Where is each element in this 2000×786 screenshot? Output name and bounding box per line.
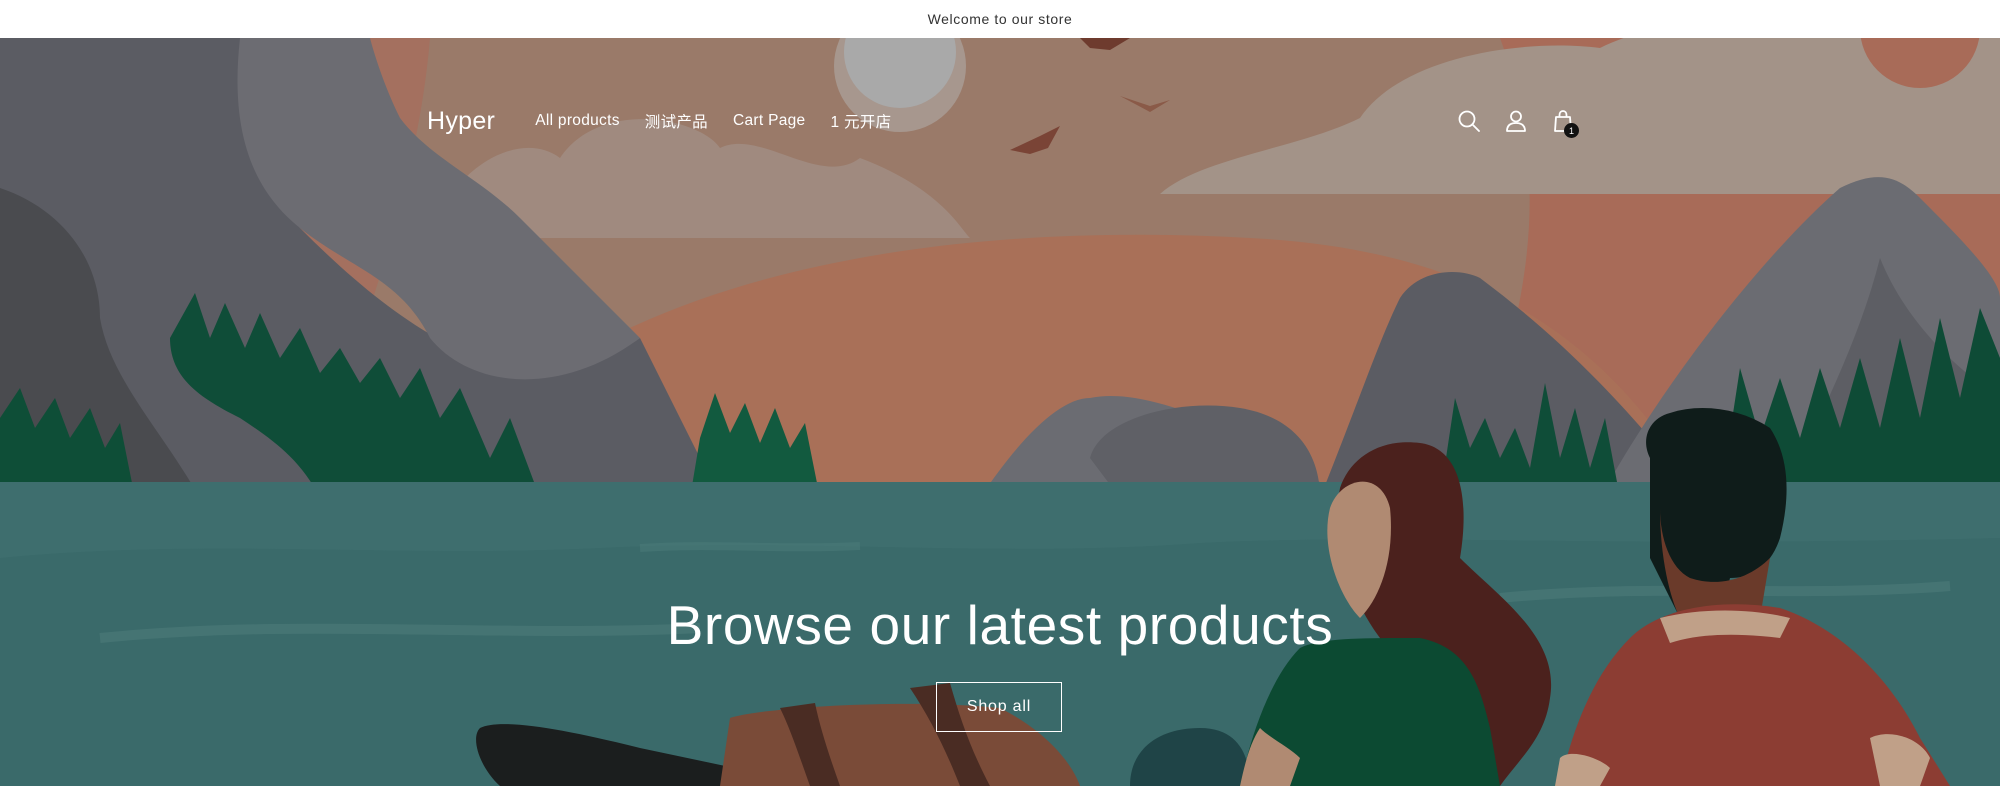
search-icon[interactable] <box>1456 108 1482 134</box>
cart-icon[interactable]: 1 <box>1550 108 1579 138</box>
cart-count-badge: 1 <box>1564 123 1579 138</box>
announcement-text: Welcome to our store <box>927 11 1073 27</box>
shop-all-button[interactable]: Shop all <box>936 682 1062 732</box>
nav-all-products[interactable]: All products <box>535 112 620 130</box>
hero-title: Browse our latest products <box>666 594 1334 656</box>
store-logo[interactable]: Hyper <box>427 107 495 136</box>
nav-one-yuan-store[interactable]: 1 元开店 <box>830 110 891 132</box>
site-header: Hyper All products 测试产品 Cart Page 1 元开店 <box>427 107 1579 138</box>
nav-cart-page[interactable]: Cart Page <box>733 112 806 130</box>
hero-banner: Hyper All products 测试产品 Cart Page 1 元开店 <box>0 38 2000 786</box>
header-icons: 1 <box>1456 108 1579 138</box>
account-icon[interactable] <box>1503 108 1529 134</box>
main-nav: All products 测试产品 Cart Page 1 元开店 <box>535 110 916 132</box>
announcement-bar: Welcome to our store <box>0 0 2000 39</box>
nav-test-products[interactable]: 测试产品 <box>645 110 708 132</box>
hero-illustration <box>0 38 2000 786</box>
